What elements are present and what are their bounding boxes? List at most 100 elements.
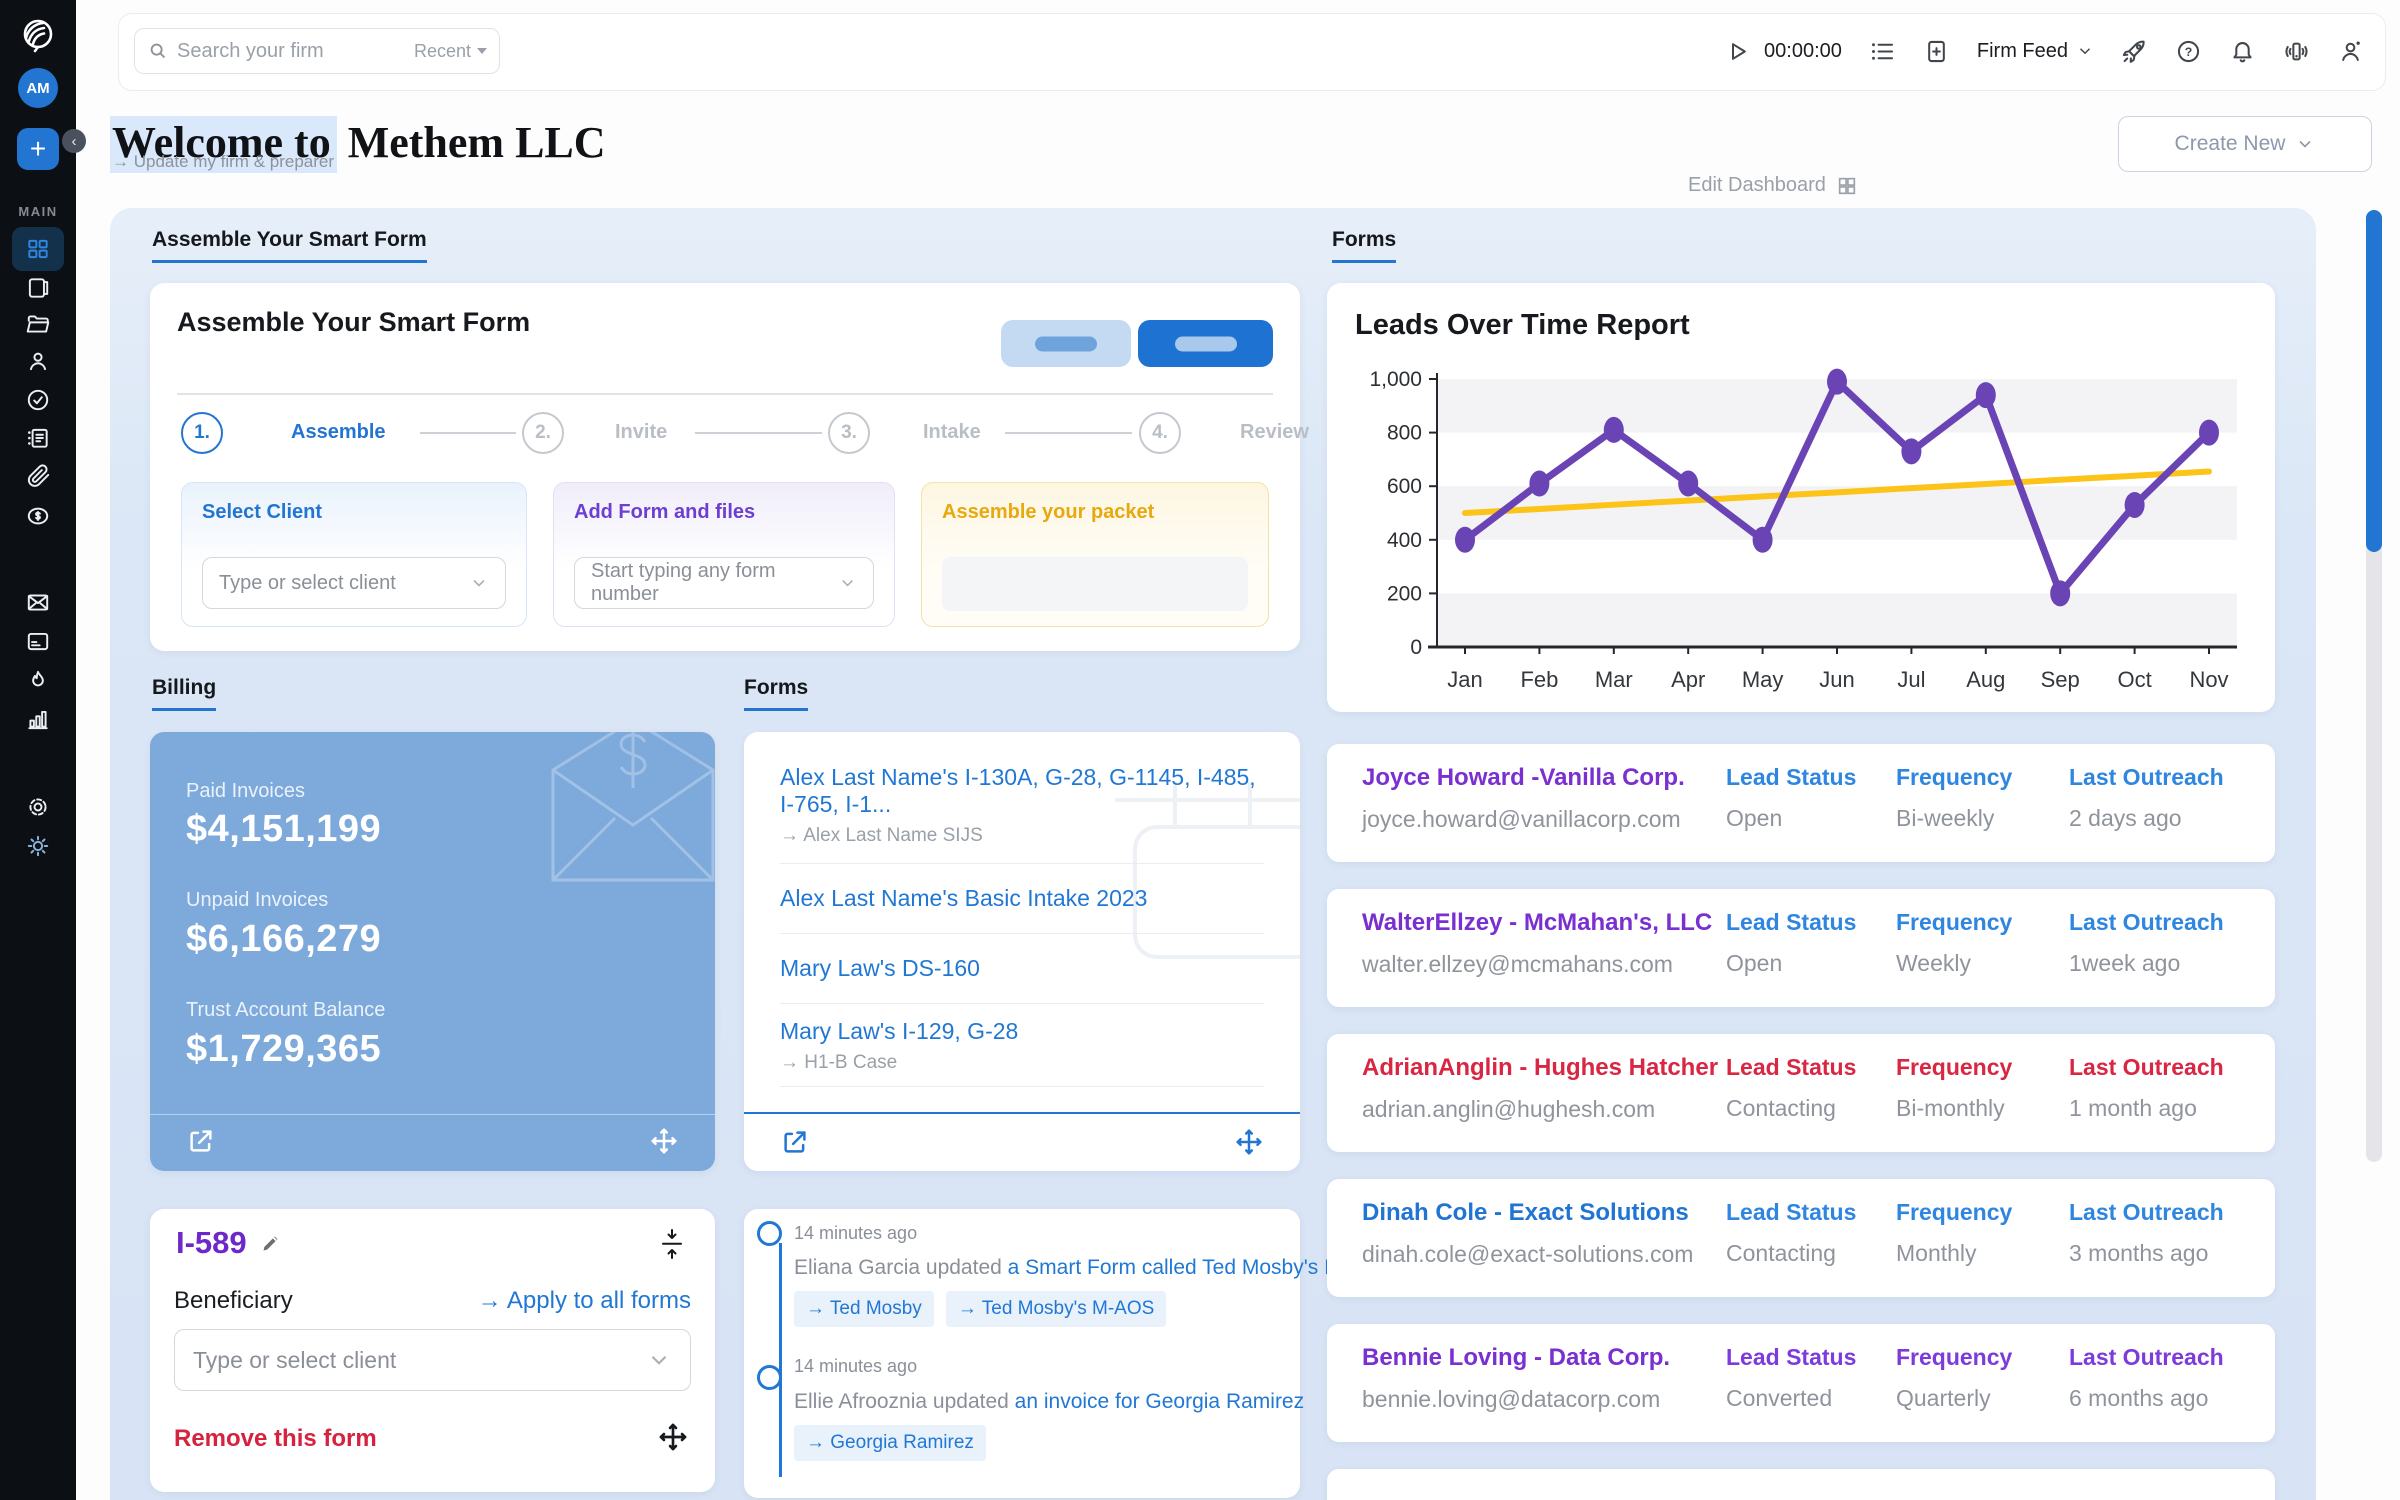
forms-card: Alex Last Name's I-130A, G-28, G-1145, I…: [744, 732, 1300, 1171]
step-2-circle[interactable]: 2.: [522, 412, 564, 454]
divider: [177, 393, 1273, 395]
activity-text[interactable]: Ellie Afrooznia updated an invoice for G…: [794, 1390, 1304, 1414]
user-profile-icon[interactable]: [2337, 38, 2364, 65]
bar-chart-icon[interactable]: [25, 706, 51, 732]
lead-email: walter.ellzey@mcmahans.com: [1362, 951, 1673, 978]
avatar[interactable]: AM: [18, 68, 58, 108]
brightness-icon[interactable]: [25, 833, 51, 859]
collapse-vertical-icon[interactable]: [657, 1227, 687, 1261]
assemble-packet-title: Assemble your packet: [942, 501, 1154, 524]
svg-text:Nov: Nov: [2189, 667, 2228, 692]
queue-list-icon[interactable]: [1869, 38, 1896, 65]
lead-card-partial[interactable]: [1327, 1469, 2275, 1500]
timeline-node: [757, 1221, 782, 1246]
move-widget-icon[interactable]: [649, 1126, 679, 1156]
lead-name[interactable]: Joyce Howard -Vanilla Corp.: [1362, 764, 1685, 792]
dashboard-icon[interactable]: [25, 236, 51, 262]
lead-card[interactable]: Joyce Howard -Vanilla Corp. joyce.howard…: [1327, 744, 2275, 862]
lead-name[interactable]: WalterEllzey - McMahan's, LLC: [1362, 909, 1712, 937]
edit-pencil-icon[interactable]: [259, 1231, 283, 1255]
update-firm-link[interactable]: → Update my firm & preparer: [112, 152, 334, 172]
svg-text:200: 200: [1387, 582, 1422, 605]
notebook-icon[interactable]: [25, 275, 51, 301]
notifications-bell-icon[interactable]: [2229, 38, 2256, 65]
flame-icon[interactable]: [25, 667, 51, 693]
forms-icon[interactable]: [25, 425, 51, 451]
create-new-button[interactable]: Create New: [2118, 116, 2372, 172]
last-outreach-header: Last Outreach: [2069, 764, 2224, 791]
form-row[interactable]: Alex Last Name's I-130A, G-28, G-1145, I…: [780, 732, 1264, 864]
section-label-billing[interactable]: Billing: [152, 676, 216, 711]
move-widget-icon[interactable]: [657, 1421, 689, 1453]
frequency-header: Frequency: [1896, 764, 2012, 791]
search-box[interactable]: Recent: [134, 28, 500, 74]
step-4-circle[interactable]: 4.: [1139, 412, 1181, 454]
timer-display: 00:00:00: [1764, 40, 1842, 63]
view-toggle-right[interactable]: [1138, 320, 1273, 367]
search-input[interactable]: [169, 40, 414, 63]
last-outreach-header: Last Outreach: [2069, 909, 2224, 936]
form-row[interactable]: Mary Law's DS-160: [780, 934, 1264, 1004]
rocket-icon[interactable]: [2121, 38, 2148, 65]
sidebar-collapse-button[interactable]: ‹: [62, 129, 86, 153]
tasks-check-icon[interactable]: [25, 387, 51, 413]
mail-icon[interactable]: [25, 589, 51, 615]
apply-to-all-forms-link[interactable]: → Apply to all forms: [478, 1287, 691, 1315]
lead-name[interactable]: Dinah Cole - Exact Solutions: [1362, 1199, 1689, 1227]
add-card-button[interactable]: [1923, 38, 1950, 65]
app-logo-icon[interactable]: [18, 14, 58, 54]
leads-chart-card: Leads Over Time Report 02004006008001,00…: [1327, 283, 2275, 712]
open-external-icon[interactable]: [780, 1127, 810, 1157]
remove-form-link[interactable]: Remove this form: [174, 1425, 377, 1453]
paid-invoices-label: Paid Invoices: [186, 780, 305, 803]
sidebar-section-label: MAIN: [0, 204, 76, 219]
add-form-dropdown[interactable]: Start typing any form number: [574, 557, 874, 609]
lead-card[interactable]: AdrianAnglin - Hughes Hatcher adrian.ang…: [1327, 1034, 2275, 1152]
activity-tag[interactable]: → Georgia Ramirez: [794, 1425, 986, 1461]
lead-card[interactable]: WalterEllzey - McMahan's, LLC walter.ell…: [1327, 889, 2275, 1007]
beneficiary-label: Beneficiary: [174, 1287, 293, 1315]
activity-tag[interactable]: → Ted Mosby's M-AOS: [946, 1291, 1167, 1327]
lead-card[interactable]: Bennie Loving - Data Corp. bennie.loving…: [1327, 1324, 2275, 1442]
form-row[interactable]: Alex Last Name's Basic Intake 2023: [780, 864, 1264, 934]
move-widget-icon[interactable]: [1234, 1127, 1264, 1157]
section-label-forms[interactable]: Forms: [744, 676, 808, 711]
scrollbar-thumb[interactable]: [2366, 210, 2382, 552]
contacts-icon[interactable]: [25, 348, 51, 374]
mobile-ring-icon[interactable]: [2283, 38, 2310, 65]
sidebar-add-button[interactable]: +: [17, 128, 59, 170]
open-external-icon[interactable]: [186, 1126, 216, 1156]
sidebar: AM + ‹ MAIN: [0, 0, 76, 1500]
firm-feed-dropdown[interactable]: Firm Feed: [1977, 40, 2094, 63]
lead-email: dinah.cole@exact-solutions.com: [1362, 1241, 1693, 1268]
lead-name[interactable]: AdrianAnglin - Hughes Hatcher: [1362, 1054, 1718, 1082]
section-label-smart-form[interactable]: Assemble Your Smart Form: [152, 228, 427, 263]
section-label-leads[interactable]: Forms: [1332, 228, 1396, 263]
edit-dashboard-button[interactable]: Edit Dashboard: [1688, 174, 1858, 197]
settings-gear-icon[interactable]: [25, 794, 51, 820]
step-1-circle[interactable]: 1.: [181, 412, 223, 454]
folder-icon[interactable]: [25, 311, 51, 337]
activity-tag[interactable]: → Ted Mosby: [794, 1291, 934, 1327]
lead-email: adrian.anglin@hughesh.com: [1362, 1096, 1655, 1123]
timer-play-button[interactable]: [1724, 38, 1751, 65]
svg-text:Mar: Mar: [1595, 667, 1633, 692]
activity-text[interactable]: Eliana Garcia updated a Smart Form calle…: [794, 1256, 1372, 1280]
beneficiary-client-dropdown[interactable]: Type or select client: [174, 1329, 691, 1391]
svg-text:May: May: [1742, 667, 1784, 692]
lead-name[interactable]: Bennie Loving - Data Corp.: [1362, 1344, 1670, 1372]
assemble-packet-panel: Assemble your packet: [921, 482, 1269, 627]
step-connector: [420, 432, 516, 434]
select-client-dropdown[interactable]: Type or select client: [202, 557, 506, 609]
form-row[interactable]: Mary Law's I-129, G-28 → H1-B Case: [780, 1004, 1264, 1087]
lead-card[interactable]: Dinah Cole - Exact Solutions dinah.cole@…: [1327, 1179, 2275, 1297]
paperclip-icon[interactable]: [25, 463, 51, 489]
recent-dropdown[interactable]: Recent: [414, 41, 487, 62]
calendar-icon[interactable]: [25, 628, 51, 654]
step-3-label: Intake: [923, 421, 981, 444]
view-toggle-left[interactable]: [1001, 320, 1131, 367]
step-2-label: Invite: [615, 421, 667, 444]
billing-dollar-icon[interactable]: [25, 503, 51, 529]
step-3-circle[interactable]: 3.: [828, 412, 870, 454]
help-icon[interactable]: ?: [2175, 38, 2202, 65]
